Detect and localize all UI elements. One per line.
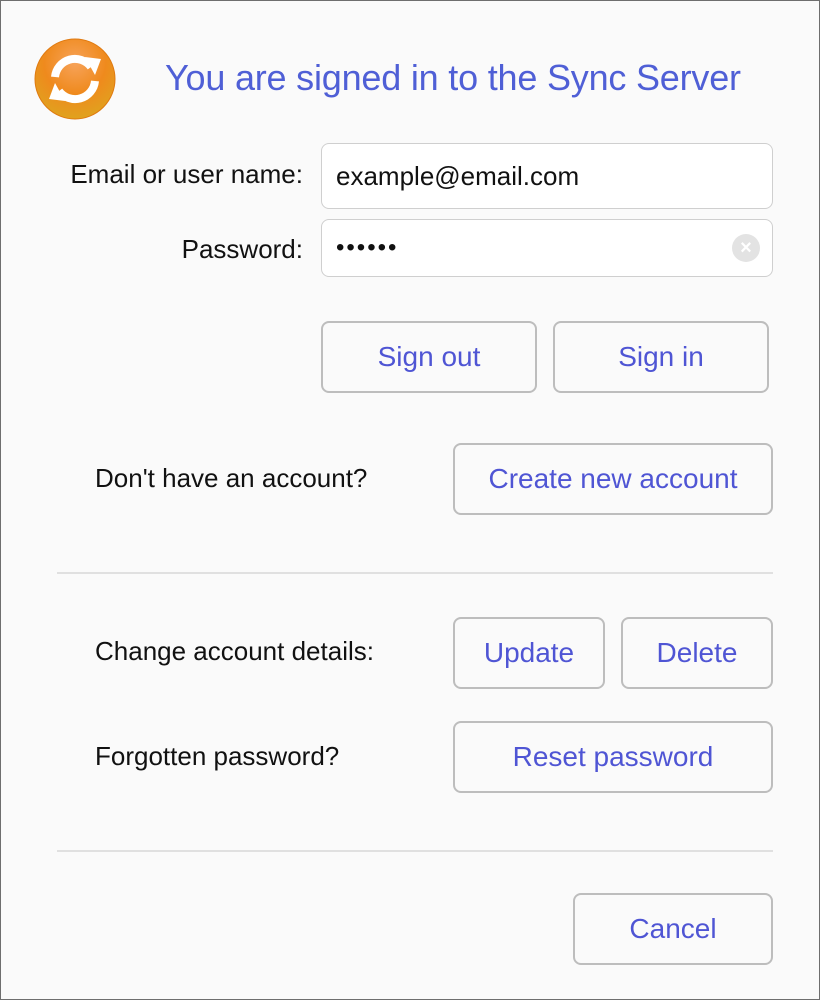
forgotten-password-label: Forgotten password? — [95, 741, 340, 771]
delete-button[interactable]: Delete — [621, 617, 773, 689]
no-account-label: Don't have an account? — [95, 463, 368, 493]
sync-server-dialog: You are signed in to the Sync Server Ema… — [0, 0, 820, 1000]
page-title: You are signed in to the Sync Server — [165, 57, 741, 98]
change-details-label: Change account details: — [95, 636, 374, 666]
sign-out-button[interactable]: Sign out — [321, 321, 537, 393]
sync-icon — [33, 37, 117, 121]
email-field[interactable] — [321, 143, 773, 209]
cancel-button[interactable]: Cancel — [573, 893, 773, 965]
sign-in-button[interactable]: Sign in — [553, 321, 769, 393]
create-account-button[interactable]: Create new account — [453, 443, 773, 515]
update-button[interactable]: Update — [453, 617, 605, 689]
email-label: Email or user name: — [70, 159, 303, 189]
password-field[interactable]: × — [321, 219, 773, 277]
clear-icon[interactable]: × — [732, 234, 760, 262]
password-label: Password: — [181, 234, 303, 264]
password-input[interactable] — [336, 220, 726, 276]
email-input[interactable] — [336, 144, 726, 208]
reset-password-button[interactable]: Reset password — [453, 721, 773, 793]
divider — [57, 572, 773, 574]
divider — [57, 850, 773, 852]
